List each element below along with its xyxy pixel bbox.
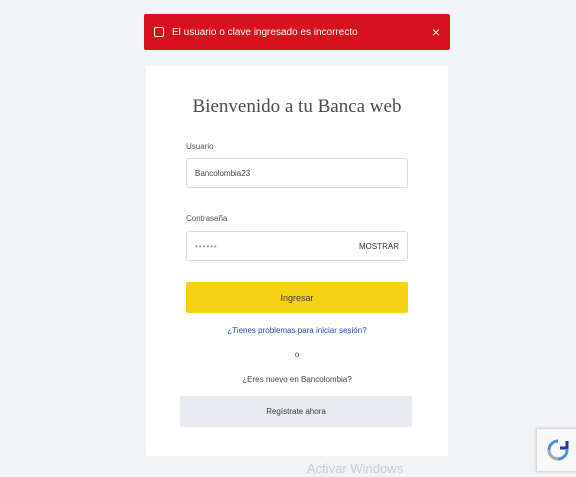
forgot-link[interactable]: ¿Tienes problemas para iniciar sesión? [146, 326, 448, 335]
register-button[interactable]: Regístrate ahora [180, 396, 412, 427]
warning-icon [154, 27, 164, 37]
password-field[interactable]: •••••• MOSTRAR [186, 231, 408, 261]
show-password-button[interactable]: MOSTRAR [359, 242, 399, 251]
close-icon[interactable]: × [432, 24, 440, 40]
error-alert: El usuario o clave ingresado es incorrec… [144, 14, 450, 50]
recaptcha-icon [547, 439, 569, 461]
new-user-question: ¿Eres nuevo en Bancolombia? [242, 375, 352, 384]
login-button[interactable]: Ingresar [186, 282, 408, 313]
page-title: Bienvenido a tu Banca web [192, 96, 402, 117]
password-value: •••••• [195, 241, 218, 251]
user-value: Bancolombia23 [195, 168, 251, 178]
windows-watermark: Activar Windows [307, 461, 404, 476]
or-separator: o [294, 350, 300, 359]
password-label: Contraseña [186, 214, 228, 223]
login-card: Bienvenido a tu Banca web Usuario Bancol… [146, 66, 448, 456]
user-label: Usuario [186, 142, 214, 151]
user-field[interactable]: Bancolombia23 [186, 158, 408, 188]
recaptcha-badge[interactable] [536, 428, 576, 472]
error-message: El usuario o clave ingresado es incorrec… [172, 26, 358, 38]
